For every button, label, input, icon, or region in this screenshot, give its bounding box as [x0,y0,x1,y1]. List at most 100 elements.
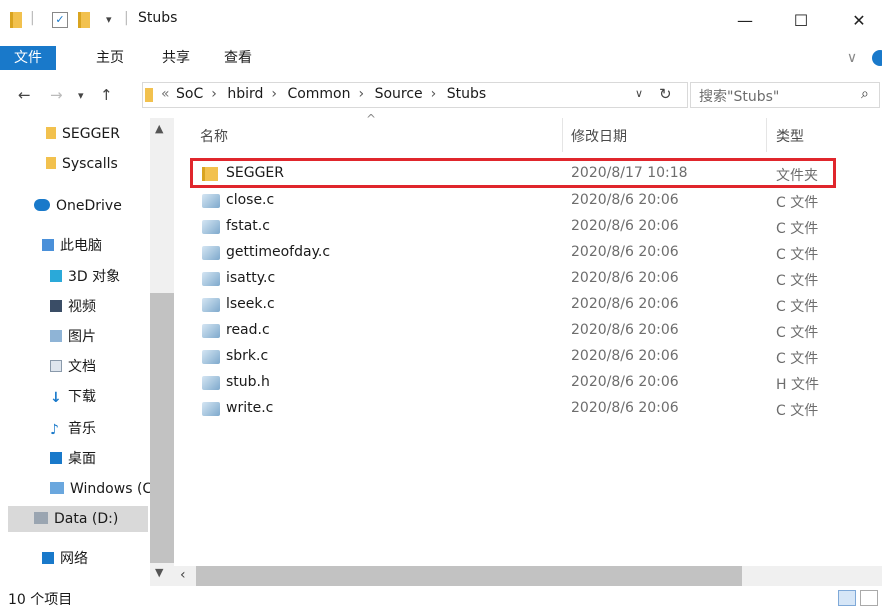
chevron-right-icon[interactable]: › [211,86,217,102]
chevron-right-icon[interactable]: › [271,86,277,102]
folder-icon[interactable] [10,12,22,28]
sidebar-item-label: 音乐 [68,421,96,437]
close-button[interactable]: ✕ [836,8,882,34]
column-divider[interactable] [562,118,563,152]
file-name: isatty.c [226,270,276,286]
file-date: 2020/8/6 20:06 [571,296,679,312]
address-bar[interactable]: « SoC › hbird › Common › Source › Stubs ∨ ↻ [142,82,688,108]
tab-view[interactable]: 查看 [220,46,256,70]
sidebar-item-network[interactable]: 网络 [42,546,88,572]
breadcrumb-overflow[interactable]: « [161,86,170,102]
chevron-right-icon[interactable]: › [431,86,437,102]
breadcrumb-soc[interactable]: SoC [176,86,203,102]
item-count: 10 个项目 [8,592,73,608]
column-header-type[interactable]: 类型 [776,126,804,146]
file-type: C 文件 [776,273,819,289]
sidebar-item-pictures[interactable]: 图片 [50,324,96,350]
recent-locations-icon[interactable]: ▾ [78,89,84,102]
network-icon [42,552,54,564]
video-icon [50,300,62,312]
breadcrumb-hbird[interactable]: hbird [227,86,263,102]
sidebar-item-label: 此电脑 [60,238,102,254]
file-row-isatty-c[interactable]: isatty.c 2020/8/6 20:06 C 文件 [194,266,836,292]
sidebar-item-desktop[interactable]: 桌面 [50,446,96,472]
chevron-right-icon[interactable]: › [359,86,365,102]
file-name: sbrk.c [226,348,269,364]
sidebar-item-segger[interactable]: SEGGER [46,121,120,147]
sidebar-item-label: 文档 [68,359,96,375]
scroll-down-icon[interactable]: ▼ [155,566,163,579]
file-row-write-c[interactable]: write.c 2020/8/6 20:06 C 文件 [194,396,836,422]
file-date: 2020/8/6 20:06 [571,374,679,390]
scroll-left-icon[interactable]: ‹ [180,567,186,583]
sidebar-item-syscalls[interactable]: Syscalls [46,151,118,177]
breadcrumb-common[interactable]: Common [287,86,350,102]
c-file-icon [202,272,220,286]
search-input[interactable]: 搜索"Stubs" ⌕ [690,82,880,108]
search-placeholder: 搜索"Stubs" [699,89,780,105]
up-button[interactable]: ↑ [100,86,113,104]
ribbon-expand-icon[interactable]: ∨ [842,46,862,70]
file-date: 2020/8/6 20:06 [571,400,679,416]
folder-icon [46,157,56,169]
tab-share[interactable]: 共享 [158,46,194,70]
sidebar-item-3d-objects[interactable]: 3D 对象 [50,264,120,290]
breadcrumb-stubs[interactable]: Stubs [447,86,486,102]
column-divider[interactable] [766,118,767,152]
breadcrumb-source[interactable]: Source [375,86,423,102]
file-row-read-c[interactable]: read.c 2020/8/6 20:06 C 文件 [194,318,836,344]
sidebar-item-documents[interactable]: 文档 [50,354,96,380]
file-type: H 文件 [776,377,819,393]
sidebar-scroll-thumb[interactable] [150,293,174,563]
refresh-icon[interactable]: ↻ [659,85,672,103]
drive-icon [34,512,48,524]
scroll-up-icon[interactable]: ▲ [155,122,163,135]
properties-check-icon[interactable]: ✓ [52,12,68,28]
file-row-lseek-c[interactable]: lseek.c 2020/8/6 20:06 C 文件 [194,292,836,318]
details-view-icon[interactable] [838,590,856,606]
file-type: C 文件 [776,247,819,263]
minimize-button[interactable]: — [722,8,768,34]
maximize-button[interactable]: ☐ [778,8,824,34]
help-icon[interactable] [872,50,882,66]
sort-ascending-icon: ^ [366,112,377,126]
customize-quick-access-icon[interactable]: ▾ [106,13,112,29]
c-file-icon [202,194,220,208]
file-type: C 文件 [776,221,819,237]
file-row-stub-h[interactable]: stub.h 2020/8/6 20:06 H 文件 [194,370,836,396]
new-folder-icon[interactable] [78,12,90,28]
sidebar-item-label: OneDrive [56,198,122,214]
sidebar-item-music[interactable]: ♪ 音乐 [50,416,96,442]
file-row-close-c[interactable]: close.c 2020/8/6 20:06 C 文件 [194,188,836,214]
breadcrumb: « SoC › hbird › Common › Source › Stubs [161,86,488,102]
column-header-date[interactable]: 修改日期 [571,126,627,146]
picture-icon [50,330,62,342]
tab-home[interactable]: 主页 [92,46,128,70]
address-dropdown-icon[interactable]: ∨ [635,87,643,100]
back-button[interactable]: ← [18,86,31,104]
tab-file[interactable]: 文件 [0,46,56,70]
sidebar-item-videos[interactable]: 视频 [50,294,96,320]
column-header-name[interactable]: 名称 [200,126,228,146]
sidebar-item-data-d[interactable]: Data (D:) [8,506,148,532]
file-date: 2020/8/6 20:06 [571,244,679,260]
sidebar-item-windows-c[interactable]: Windows (C [50,476,150,502]
file-row-fstat-c[interactable]: fstat.c 2020/8/6 20:06 C 文件 [194,214,836,240]
sidebar-item-label: 图片 [68,329,96,345]
sidebar-item-downloads[interactable]: ↓ 下载 [50,384,96,410]
sidebar-item-this-pc[interactable]: 此电脑 [42,233,102,259]
window-title: Stubs [138,10,178,26]
file-type: C 文件 [776,351,819,367]
c-file-icon [202,350,220,364]
horizontal-scroll-thumb[interactable] [196,566,742,586]
large-icons-view-icon[interactable] [860,590,878,606]
file-row-sbrk-c[interactable]: sbrk.c 2020/8/6 20:06 C 文件 [194,344,836,370]
search-icon[interactable]: ⌕ [861,86,869,102]
file-name: read.c [226,322,270,338]
file-row-gettimeofday-c[interactable]: gettimeofday.c 2020/8/6 20:06 C 文件 [194,240,836,266]
forward-button[interactable]: → [50,86,63,104]
divider: | [30,10,35,26]
sidebar-item-onedrive[interactable]: OneDrive [34,193,122,219]
divider: | [124,10,129,26]
h-file-icon [202,376,220,390]
